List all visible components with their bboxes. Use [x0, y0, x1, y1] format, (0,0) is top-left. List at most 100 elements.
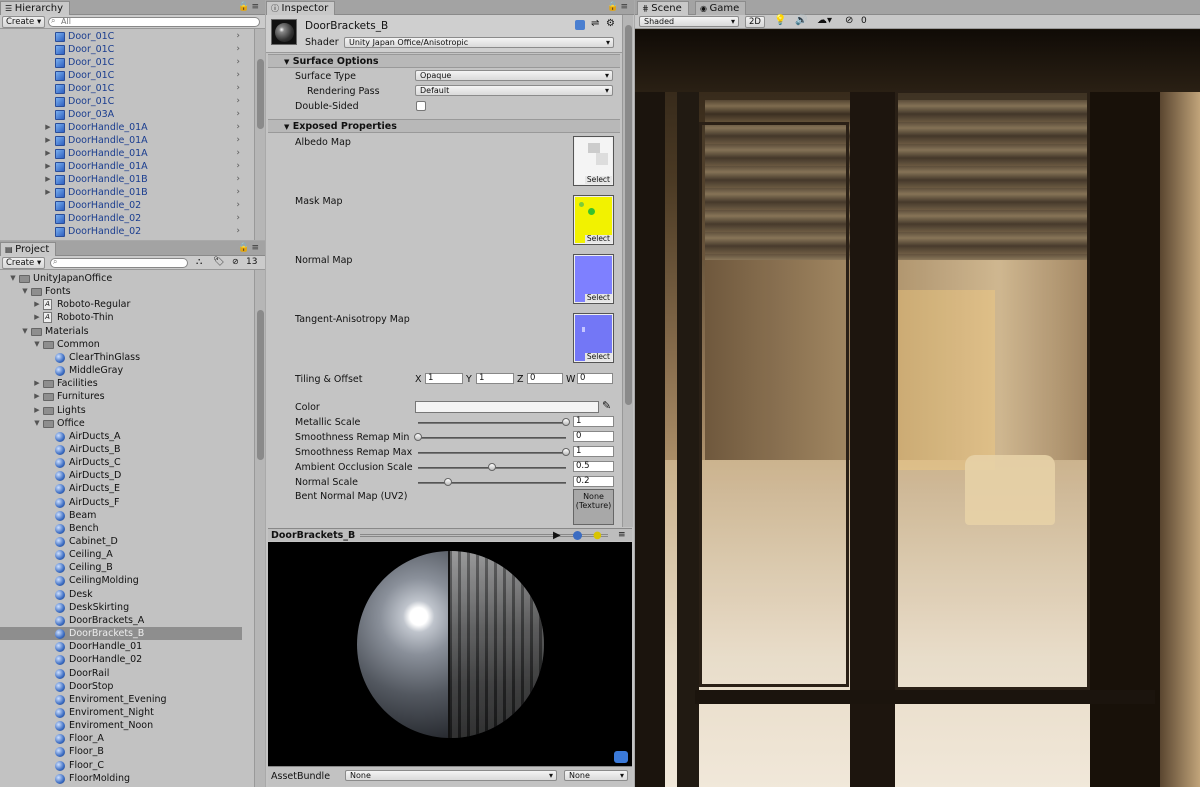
- project-item[interactable]: Enviroment_Noon: [0, 719, 242, 732]
- project-item[interactable]: Ceiling_A: [0, 548, 242, 561]
- hierarchy-create-button[interactable]: Create ▾: [2, 16, 46, 28]
- hierarchy-item[interactable]: Door_03A ›: [0, 108, 242, 121]
- project-item[interactable]: DeskSkirting: [0, 601, 242, 614]
- project-scroll-thumb[interactable]: [257, 310, 264, 460]
- project-item[interactable]: Bench: [0, 522, 242, 535]
- project-item[interactable]: Floor_C: [0, 759, 242, 772]
- project-item[interactable]: AirDucts_D: [0, 469, 242, 482]
- eyedropper-icon[interactable]: ✎: [602, 399, 611, 412]
- expand-arrow-icon[interactable]: ▶: [33, 404, 41, 417]
- bent-normal-slot[interactable]: None (Texture): [573, 489, 614, 525]
- material-preview[interactable]: [268, 542, 632, 766]
- project-panel-menu-icon[interactable]: 🔒≡: [238, 243, 261, 253]
- hierarchy-item[interactable]: DoorHandle_02 ›: [0, 225, 242, 238]
- hierarchy-item[interactable]: DoorHandle_02 ›: [0, 199, 242, 212]
- expand-arrow-icon[interactable]: ▼: [33, 338, 41, 351]
- chevron-right-icon[interactable]: ›: [236, 134, 240, 147]
- project-create-button[interactable]: Create ▾: [2, 257, 46, 269]
- light-icon[interactable]: ●: [593, 529, 602, 542]
- filter-by-type-icon[interactable]: ⛬: [196, 257, 202, 267]
- project-item[interactable]: DoorBrackets_A: [0, 614, 242, 627]
- albedo-map-slot[interactable]: Select: [573, 136, 614, 186]
- project-item[interactable]: AirDucts_A: [0, 430, 242, 443]
- chevron-right-icon[interactable]: ›: [236, 121, 240, 134]
- chevron-right-icon[interactable]: ›: [236, 225, 240, 238]
- project-item[interactable]: ▼ Materials: [0, 325, 242, 338]
- rendering-pass-dropdown[interactable]: Default: [415, 85, 613, 96]
- project-item[interactable]: ▶ Furnitures: [0, 390, 242, 403]
- preset-icon[interactable]: ⇌: [591, 18, 599, 29]
- slider-knob[interactable]: [443, 478, 452, 486]
- project-item[interactable]: ClearThinGlass: [0, 351, 242, 364]
- hierarchy-item[interactable]: ▶ DoorHandle_01A ›: [0, 147, 242, 160]
- hidden-packages-icon[interactable]: ⊘: [232, 257, 239, 266]
- albedo-select-button[interactable]: Select: [584, 176, 612, 184]
- assetbundle-dropdown[interactable]: None: [345, 770, 557, 781]
- chevron-right-icon[interactable]: ›: [236, 69, 240, 82]
- project-item[interactable]: ▶ A Roboto-Thin: [0, 311, 242, 324]
- project-item[interactable]: AirDucts_F: [0, 496, 242, 509]
- hierarchy-item[interactable]: Door_01C ›: [0, 95, 242, 108]
- project-item[interactable]: Cabinet_D: [0, 535, 242, 548]
- hierarchy-item[interactable]: ▶ DoorHandle_01A ›: [0, 134, 242, 147]
- slider-knob[interactable]: [488, 463, 496, 471]
- project-item[interactable]: ▼ UnityJapanOffice: [0, 272, 242, 285]
- inspector-scrollbar[interactable]: [622, 15, 633, 527]
- normal-select-button[interactable]: Select: [584, 294, 612, 302]
- chevron-right-icon[interactable]: ›: [236, 186, 240, 199]
- shader-dropdown[interactable]: Unity Japan Office/Anisotropic: [344, 37, 614, 48]
- expand-arrow-icon[interactable]: ▶: [33, 390, 41, 403]
- hierarchy-item[interactable]: Door_01C ›: [0, 56, 242, 69]
- tab-project[interactable]: ▤ Project: [0, 242, 57, 256]
- hidden-objects-icon[interactable]: ⊘: [845, 15, 853, 26]
- tiling-w-field[interactable]: 0: [577, 373, 613, 384]
- project-item[interactable]: ▼ Fonts: [0, 285, 242, 298]
- expand-arrow-icon[interactable]: ▶: [44, 173, 52, 186]
- expand-arrow-icon[interactable]: ▼: [21, 325, 29, 338]
- tab-game[interactable]: ◉ Game: [695, 1, 747, 15]
- project-item[interactable]: DoorBrackets_B: [0, 627, 242, 641]
- effects-toggle-icon[interactable]: ☁▾: [817, 15, 832, 26]
- project-item[interactable]: AirDucts_B: [0, 443, 242, 456]
- project-item[interactable]: Enviroment_Evening: [0, 693, 242, 706]
- slider-knob[interactable]: [562, 418, 570, 426]
- slider-track[interactable]: [418, 463, 566, 471]
- expand-arrow-icon[interactable]: ▼: [33, 417, 41, 430]
- mode-2d-button[interactable]: 2D: [745, 16, 765, 28]
- chevron-right-icon[interactable]: ›: [236, 30, 240, 43]
- tiling-x-field[interactable]: 1: [425, 373, 463, 384]
- project-item[interactable]: Floor_A: [0, 732, 242, 745]
- surface-options-header[interactable]: ▼ Surface Options: [268, 54, 620, 68]
- preview-sphere-icon[interactable]: [573, 531, 582, 540]
- expand-arrow-icon[interactable]: ▶: [33, 377, 41, 390]
- project-item[interactable]: FloorMolding: [0, 772, 242, 785]
- chevron-right-icon[interactable]: ›: [236, 95, 240, 108]
- label-icon[interactable]: [614, 751, 628, 763]
- tangent-select-button[interactable]: Select: [584, 353, 612, 361]
- preview-drag-handle[interactable]: [360, 534, 608, 537]
- panel-menu-icon[interactable]: 🔒≡: [238, 2, 261, 12]
- expand-arrow-icon[interactable]: ▶: [44, 160, 52, 173]
- audio-toggle-icon[interactable]: 🔊: [795, 15, 807, 26]
- hierarchy-item[interactable]: Door_01C ›: [0, 69, 242, 82]
- project-item[interactable]: AirDucts_C: [0, 456, 242, 469]
- tab-scene[interactable]: ⋕ Scene: [637, 1, 689, 15]
- project-item[interactable]: ▶ Lights: [0, 404, 242, 417]
- slider-knob[interactable]: [562, 448, 570, 456]
- project-item[interactable]: Beam: [0, 509, 242, 522]
- chevron-right-icon[interactable]: ›: [236, 160, 240, 173]
- expand-arrow-icon[interactable]: ▶: [44, 186, 52, 199]
- slider-value-field[interactable]: 0: [573, 431, 614, 442]
- preview-menu-icon[interactable]: ≡: [618, 529, 626, 542]
- hierarchy-item[interactable]: Door_01C ›: [0, 82, 242, 95]
- inspector-scroll-thumb[interactable]: [625, 25, 632, 405]
- scene-viewport[interactable]: [635, 30, 1200, 787]
- chevron-right-icon[interactable]: ›: [236, 173, 240, 186]
- play-icon[interactable]: ▶: [553, 529, 561, 542]
- slider-track[interactable]: [418, 448, 570, 456]
- slider-value-field[interactable]: 1: [573, 446, 614, 457]
- expand-arrow-icon[interactable]: ▶: [44, 147, 52, 160]
- hierarchy-item[interactable]: Door_01C ›: [0, 30, 242, 43]
- expand-arrow-icon[interactable]: ▼: [9, 272, 17, 285]
- project-item[interactable]: ▼ Office: [0, 417, 242, 430]
